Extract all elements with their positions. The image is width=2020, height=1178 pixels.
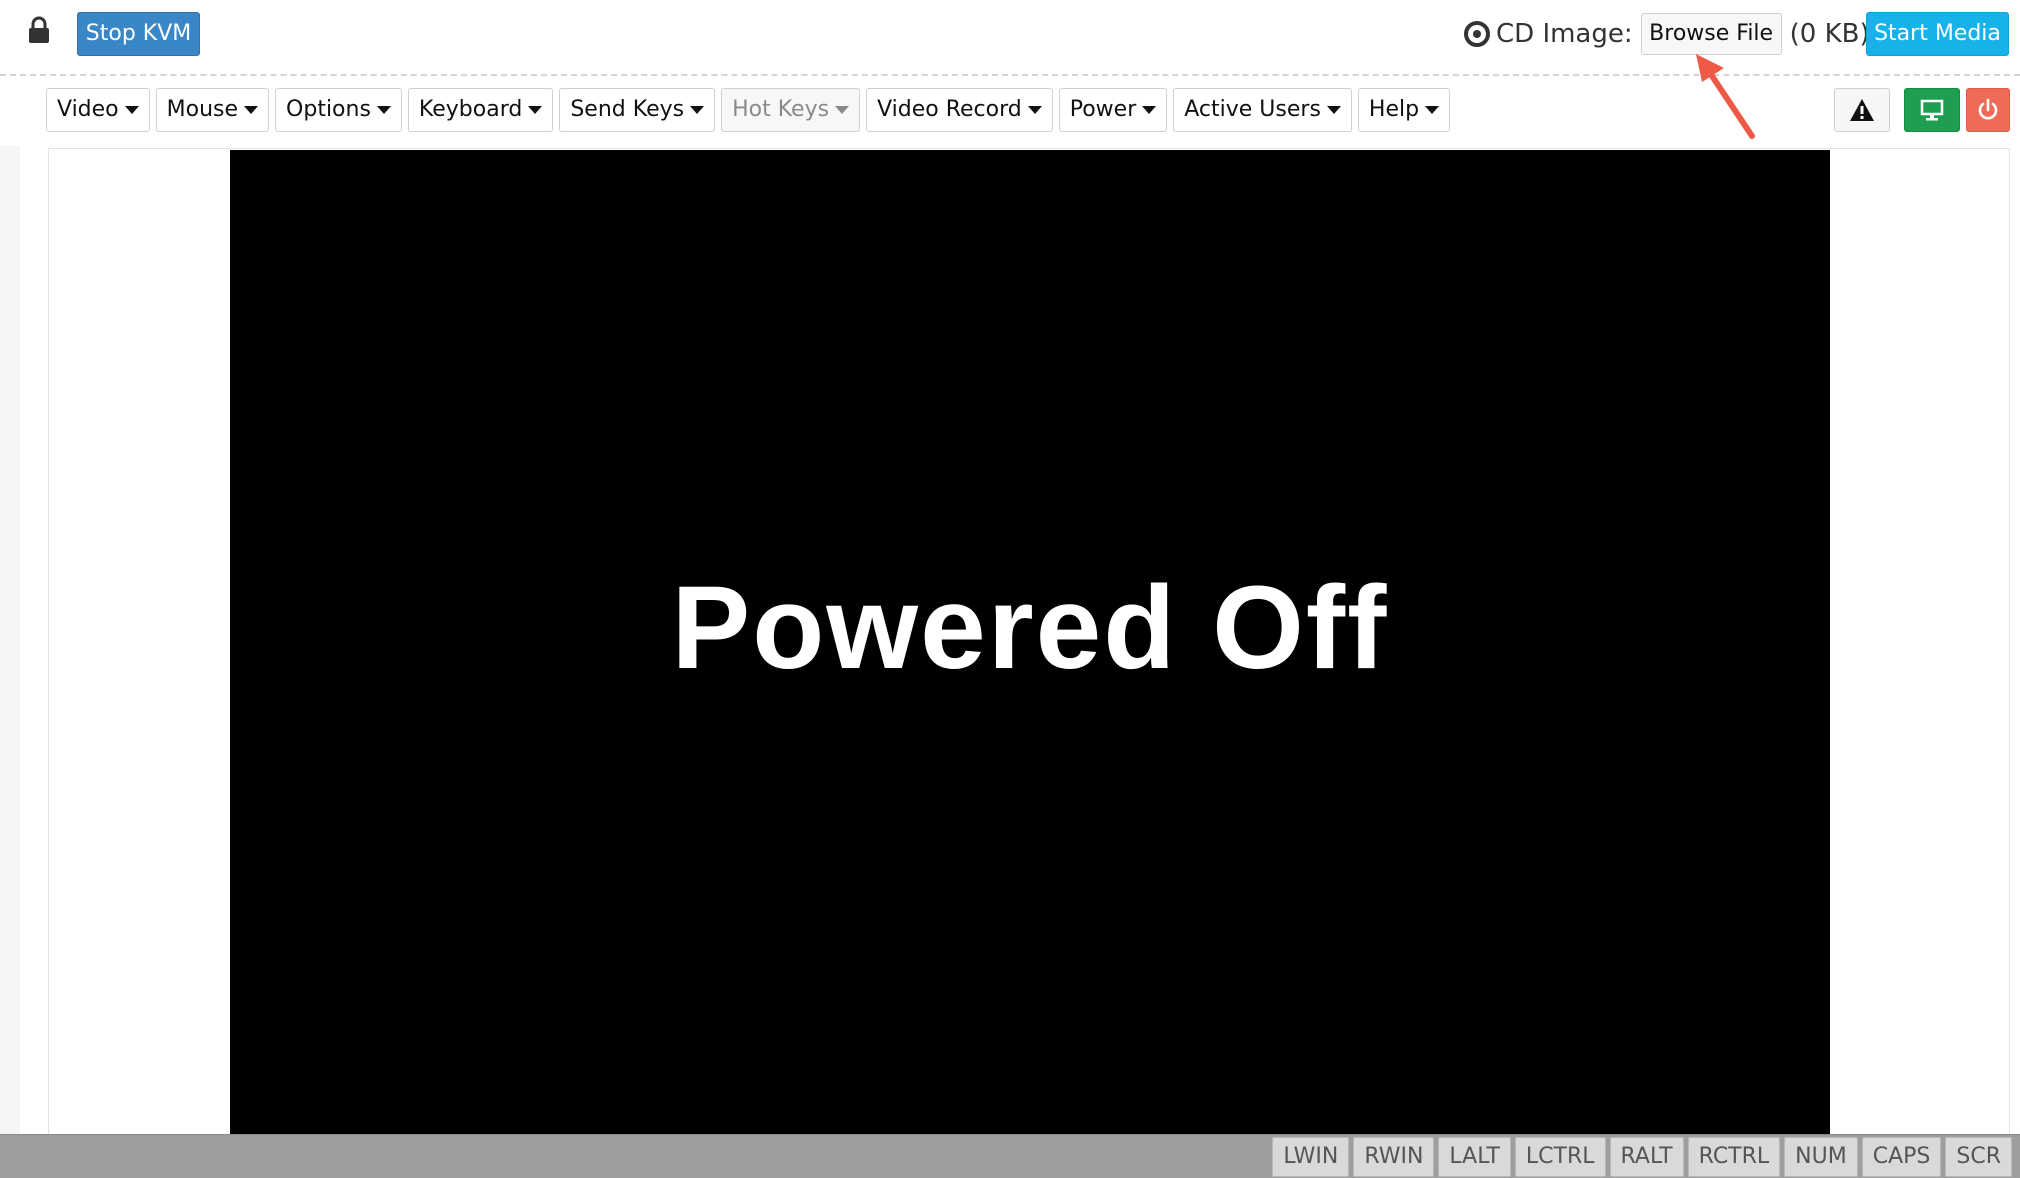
menu-item-label: Send Keys — [570, 97, 685, 122]
menu-options-button[interactable]: Options — [275, 88, 402, 132]
warning-button[interactable] — [1834, 88, 1890, 132]
annotation-arrow-icon — [1696, 54, 1755, 139]
key-indicator-scr: SCR — [1945, 1137, 2012, 1177]
lock-icon — [29, 16, 49, 43]
key-indicator-num: NUM — [1784, 1137, 1858, 1177]
left-gutter — [0, 146, 20, 1136]
caret-down-icon — [1326, 106, 1341, 114]
keyboard-status-indicators: LWIN RWIN LALT LCTRL RALT RCTRL NUM CAPS SCR — [1268, 1137, 2012, 1177]
menu-video-button[interactable]: Video — [46, 88, 150, 132]
menu-item-label: Keyboard — [418, 97, 523, 122]
caret-down-icon — [376, 106, 391, 114]
menu-item-label: Video Record — [877, 97, 1022, 122]
power-icon — [1978, 98, 1998, 120]
menu-mouse-button[interactable]: Mouse — [155, 88, 270, 132]
key-indicator-ralt: RALT — [1609, 1137, 1684, 1177]
menu-item-label: Active Users — [1184, 97, 1321, 122]
powered-off-message: Powered Off — [671, 562, 1389, 694]
browse-file-button[interactable]: Browse File — [1640, 13, 1782, 55]
menu-power-button[interactable]: Power — [1058, 88, 1168, 132]
stop-kvm-button[interactable]: Stop KVM — [77, 12, 200, 56]
menu-item-label: Hot Keys — [732, 97, 830, 122]
menu-send-keys-button[interactable]: Send Keys — [559, 88, 716, 132]
caret-down-icon — [1142, 106, 1157, 114]
key-indicator-rctrl: RCTRL — [1687, 1137, 1781, 1177]
monitor-button[interactable] — [1904, 88, 1960, 132]
caret-down-icon — [1425, 106, 1440, 114]
menu-bar: Video Mouse Options Keyboard Send Keys Hot Ke… — [46, 88, 1456, 132]
warning-icon — [1850, 99, 1874, 121]
caret-down-icon — [1027, 106, 1042, 114]
kvm-console: Stop KVM CD Image: Browse File (0 KB) St… — [0, 0, 2020, 1178]
remote-screen[interactable]: Powered Off — [230, 150, 1830, 1136]
menu-item-label: Power — [1069, 97, 1137, 122]
menu-video-record-button[interactable]: Video Record — [866, 88, 1053, 132]
caret-down-icon — [528, 106, 543, 114]
cd-image-group: CD Image: Browse File (0 KB) — [1464, 12, 1870, 56]
menu-help-button[interactable]: Help — [1357, 88, 1451, 132]
start-media-button[interactable]: Start Media — [1866, 12, 2009, 56]
key-indicator-lctrl: LCTRL — [1514, 1137, 1606, 1177]
file-size-text: (0 KB) — [1789, 19, 1870, 49]
menu-item-label: Mouse — [166, 97, 239, 122]
key-indicator-caps: CAPS — [1861, 1137, 1942, 1177]
key-indicator-lalt: LALT — [1438, 1137, 1511, 1177]
menu-active-users-button[interactable]: Active Users — [1173, 88, 1352, 132]
caret-down-icon — [835, 106, 850, 114]
key-indicator-rwin: RWIN — [1353, 1137, 1435, 1177]
caret-down-icon — [244, 106, 259, 114]
caret-down-icon — [690, 106, 705, 114]
caret-down-icon — [124, 106, 139, 114]
menu-hot-keys-button[interactable]: Hot Keys — [721, 88, 861, 132]
power-button[interactable] — [1966, 88, 2010, 132]
cd-icon — [1464, 21, 1490, 47]
menu-item-label: Video — [57, 97, 119, 122]
monitor-icon — [1920, 99, 1944, 121]
key-indicator-lwin: LWIN — [1272, 1137, 1350, 1177]
menu-keyboard-button[interactable]: Keyboard — [407, 88, 554, 132]
cd-image-label: CD Image: — [1496, 19, 1633, 49]
menu-item-label: Options — [286, 97, 371, 122]
menu-item-label: Help — [1368, 97, 1420, 122]
status-bar: LWIN RWIN LALT LCTRL RALT RCTRL NUM CAPS SCR — [0, 1134, 2020, 1178]
